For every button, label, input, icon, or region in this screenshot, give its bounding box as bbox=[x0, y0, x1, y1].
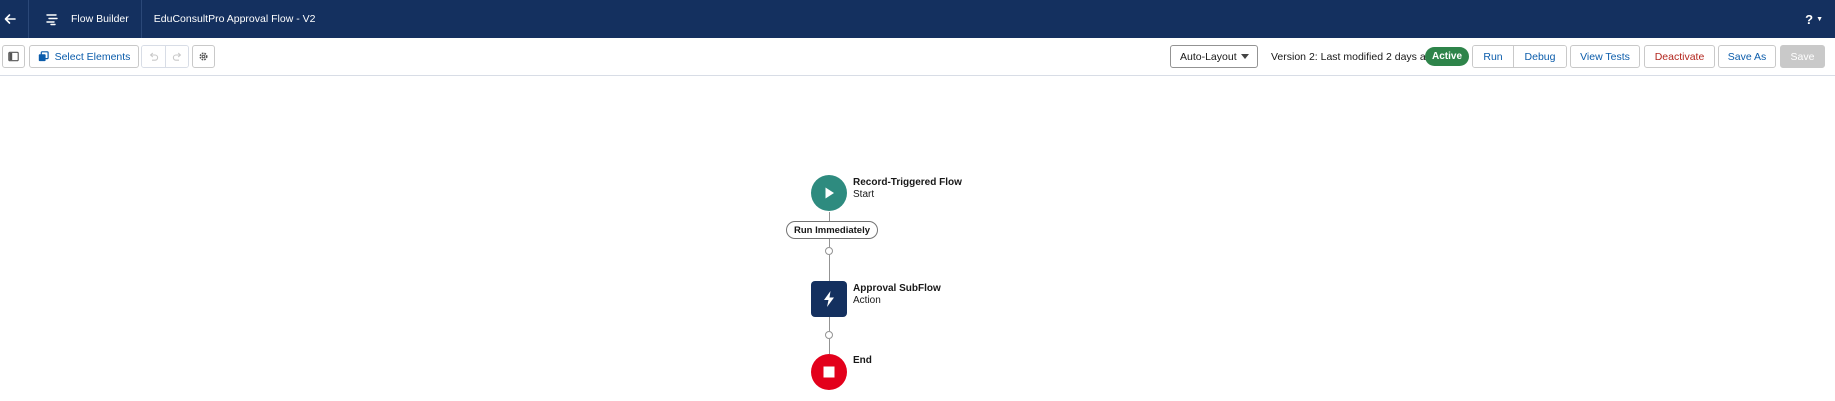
save-label: Save bbox=[1790, 50, 1815, 63]
settings-gear-icon bbox=[199, 52, 208, 61]
view-tests-button[interactable]: View Tests bbox=[1570, 45, 1640, 68]
start-node[interactable] bbox=[811, 175, 847, 211]
app-label: Flow Builder bbox=[71, 13, 129, 25]
undo-icon bbox=[149, 52, 159, 61]
connector-line bbox=[829, 317, 830, 331]
start-node-subtitle: Start bbox=[853, 189, 875, 200]
undo-redo-group bbox=[141, 45, 189, 68]
flow-title: EduConsultPro Approval Flow - V2 bbox=[153, 13, 316, 25]
start-node-title: Record-Triggered Flow bbox=[853, 177, 962, 188]
debug-label: Debug bbox=[1524, 50, 1556, 63]
chevron-down-icon: ▼ bbox=[1816, 15, 1823, 23]
add-element-button[interactable] bbox=[825, 331, 833, 339]
deactivate-label: Deactivate bbox=[1654, 50, 1705, 63]
toggle-panel-button[interactable] bbox=[2, 45, 25, 68]
run-debug-group: Run Debug bbox=[1472, 45, 1567, 68]
action-node-subtitle: Action bbox=[853, 295, 881, 306]
end-node-label: End bbox=[853, 355, 872, 367]
undo-button[interactable] bbox=[142, 46, 165, 67]
play-icon bbox=[825, 187, 834, 199]
status-badge: Active bbox=[1425, 47, 1470, 66]
layout-select-value: Auto-Layout bbox=[1180, 50, 1237, 63]
back-arrow-icon bbox=[4, 14, 16, 24]
action-node-title: Approval SubFlow bbox=[853, 283, 941, 294]
start-node-label: Record-Triggered Flow Start bbox=[853, 177, 962, 201]
redo-button[interactable] bbox=[165, 46, 188, 67]
help-icon: ? bbox=[1805, 11, 1814, 27]
chevron-down-icon bbox=[1241, 54, 1249, 59]
end-node-title: End bbox=[853, 355, 872, 366]
deactivate-button[interactable]: Deactivate bbox=[1644, 45, 1715, 68]
flow-icon bbox=[45, 11, 61, 27]
select-elements-label: Select Elements bbox=[54, 50, 131, 63]
connector-line bbox=[829, 339, 830, 354]
flow-settings-button[interactable] bbox=[192, 45, 215, 68]
toggle-panel-icon bbox=[8, 51, 19, 62]
redo-icon bbox=[172, 52, 181, 61]
app-name: Flow Builder bbox=[29, 0, 141, 38]
connector-line bbox=[829, 255, 830, 281]
action-node[interactable] bbox=[811, 281, 847, 317]
select-elements-button[interactable]: Select Elements bbox=[29, 45, 139, 68]
version-info: Version 2: Last modified 2 days ago bbox=[1271, 50, 1438, 63]
path-label: Run Immediately bbox=[794, 224, 871, 236]
save-as-button[interactable]: Save As bbox=[1718, 45, 1776, 68]
connector-line bbox=[829, 238, 830, 247]
save-button[interactable]: Save bbox=[1780, 45, 1825, 68]
back-button[interactable] bbox=[0, 0, 20, 38]
add-element-button[interactable] bbox=[825, 247, 833, 255]
end-node[interactable] bbox=[811, 354, 847, 390]
run-label: Run bbox=[1483, 50, 1503, 63]
path-label-pill[interactable]: Run Immediately bbox=[786, 221, 879, 239]
help-menu-button[interactable]: ? ▼ bbox=[1805, 0, 1823, 38]
stop-icon bbox=[823, 366, 835, 378]
action-node-label: Approval SubFlow Action bbox=[853, 283, 941, 307]
view-tests-label: View Tests bbox=[1580, 50, 1630, 63]
save-as-label: Save As bbox=[1727, 50, 1767, 63]
lightning-bolt-icon bbox=[824, 291, 834, 307]
flow-canvas[interactable]: Record-Triggered Flow Start Run Immediat… bbox=[0, 76, 1835, 401]
toolbar: Select Elements Auto-Layout Version 2: L… bbox=[0, 38, 1835, 76]
layout-select[interactable]: Auto-Layout bbox=[1170, 45, 1258, 68]
run-button[interactable]: Run bbox=[1473, 46, 1513, 67]
debug-button[interactable]: Debug bbox=[1513, 46, 1566, 67]
app-header: Flow Builder EduConsultPro Approval Flow… bbox=[0, 0, 1835, 38]
select-elements-icon bbox=[38, 51, 49, 62]
